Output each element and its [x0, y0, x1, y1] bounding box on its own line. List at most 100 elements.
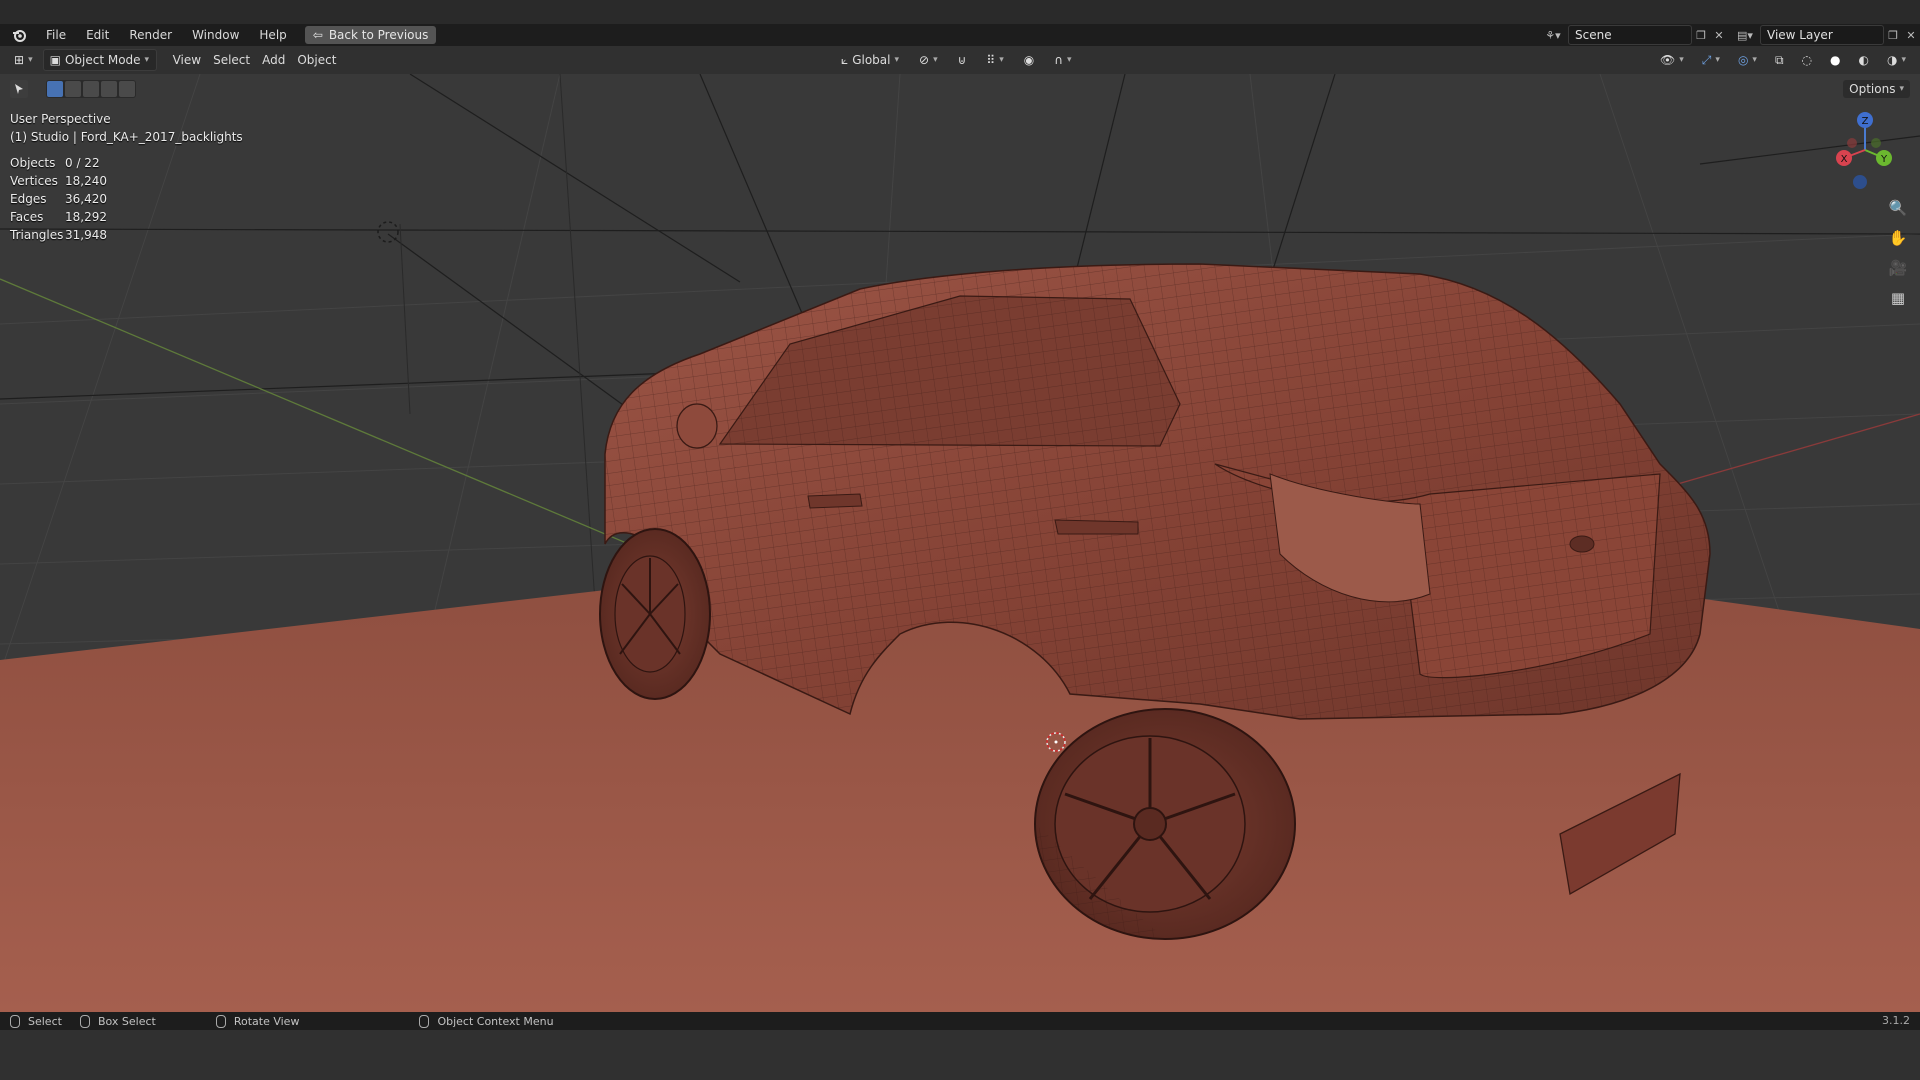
pivot-icon: ⊘ — [919, 53, 930, 67]
select-extend-icon[interactable] — [65, 81, 81, 97]
select-invert-icon[interactable] — [101, 81, 117, 97]
view-layer-field[interactable]: View Layer — [1760, 25, 1884, 45]
select-tool-icon[interactable] — [10, 80, 28, 98]
overlays-icon: ◎ — [1737, 53, 1749, 67]
menu-edit[interactable]: Edit — [76, 24, 119, 46]
stat-row: Edges 36,420 — [10, 190, 107, 208]
view-layer-selector-icon[interactable]: ▤▾ — [1736, 26, 1754, 44]
menu-view[interactable]: View — [167, 50, 207, 70]
snap-grid-icon: ⠿ — [986, 53, 996, 67]
object-mode-label: Object Mode — [64, 53, 141, 67]
new-view-layer-icon[interactable]: ❐ — [1884, 26, 1902, 44]
tool-row — [10, 80, 136, 98]
rendered-shading-icon: ◑ — [1886, 53, 1898, 67]
chevron-down-icon: ▾ — [933, 55, 938, 65]
menu-render[interactable]: Render — [119, 24, 182, 46]
blender-logo-icon[interactable] — [10, 26, 28, 44]
eye-icon: 👁 — [1660, 53, 1676, 67]
scene-selector-icon[interactable]: ⚘▾ — [1544, 26, 1562, 44]
stat-label: Triangles — [10, 228, 64, 242]
chevron-down-icon: ▾ — [1679, 55, 1684, 65]
xray-toggle[interactable]: ⧉ — [1769, 50, 1790, 70]
camera-icon[interactable]: 🎥 — [1886, 256, 1910, 280]
zoom-icon[interactable]: 🔍 — [1886, 196, 1910, 220]
menu-select[interactable]: Select — [207, 50, 256, 70]
gizmo-x-label: X — [1841, 154, 1848, 165]
back-to-previous-button[interactable]: ⇦ Back to Previous — [304, 26, 437, 44]
viewport-info: User Perspective (1) Studio | Ford_KA+_2… — [10, 110, 243, 146]
bottom-area — [0, 1030, 1920, 1080]
gizmo-icon: ⤢ — [1701, 52, 1712, 67]
editor-type-button[interactable]: ⊞ ▾ — [8, 50, 39, 70]
status-box-select-label: Box Select — [97, 1014, 156, 1028]
material-shading-icon: ◐ — [1858, 53, 1869, 67]
menu-file[interactable]: File — [36, 24, 76, 46]
remove-scene-icon[interactable]: ✕ — [1710, 26, 1728, 44]
pan-hand-icon[interactable]: ✋ — [1886, 226, 1910, 250]
status-context-label: Object Context Menu — [437, 1014, 554, 1028]
gizmo-toggle[interactable]: ⤢ ▾ — [1696, 50, 1726, 70]
stat-label: Objects — [10, 156, 56, 170]
proportional-edit-toggle[interactable]: ◉ — [1018, 50, 1040, 70]
stat-label: Faces — [10, 210, 44, 224]
navigation-tools: 🔍 ✋ 🎥 ▦ — [1886, 196, 1910, 310]
navigation-gizmo[interactable]: Z Y X — [1830, 110, 1900, 190]
shading-material[interactable]: ◐ — [1853, 50, 1875, 70]
menu-window[interactable]: Window — [182, 24, 249, 46]
menu-help[interactable]: Help — [249, 24, 296, 46]
stat-value: 18,240 — [65, 174, 107, 188]
object-mode-dropdown[interactable]: ▣ Object Mode ▾ — [42, 49, 157, 71]
menu-add[interactable]: Add — [256, 50, 291, 70]
gizmo-z-label: Z — [1862, 116, 1869, 127]
status-bar: Select Box Select Rotate View Object Con… — [0, 1012, 1920, 1030]
scene-statistics: Objects 0 / 22 Vertices 18,240 Edges 36,420… — [10, 154, 107, 244]
chevron-down-icon: ▾ — [1067, 55, 1072, 65]
selection-mode-group — [46, 80, 136, 98]
visibility-button[interactable]: 👁 ▾ — [1654, 50, 1690, 70]
options-dropdown[interactable]: Options ▾ — [1843, 80, 1910, 98]
stat-value: 31,948 — [65, 228, 107, 242]
snap-toggle[interactable]: ⊍ — [952, 50, 973, 70]
wireframe-shading-icon: ◌ — [1801, 53, 1813, 67]
solid-shading-icon: ● — [1830, 53, 1841, 67]
status-context-menu: Object Context Menu — [419, 1014, 554, 1028]
snap-target-button[interactable]: ⠿ ▾ — [980, 50, 1009, 70]
orientation-icon: ⟀ — [841, 52, 849, 67]
falloff-button[interactable]: ∩ ▾ — [1048, 50, 1077, 70]
object-mode-icon: ▣ — [49, 53, 61, 67]
menu-object[interactable]: Object — [291, 50, 342, 70]
xray-icon: ⧉ — [1774, 52, 1784, 67]
chevron-down-icon: ▾ — [28, 55, 33, 65]
pivot-point-button[interactable]: ⊘ ▾ — [913, 50, 944, 70]
ortho-grid-icon[interactable]: ▦ — [1886, 286, 1910, 310]
orientation-label: Global — [852, 53, 891, 67]
viewport-header: ⊞ ▾ ▣ Object Mode ▾ View Select Add Objec… — [0, 46, 1920, 74]
proportional-icon: ◉ — [1023, 53, 1035, 67]
select-subtract-icon[interactable] — [83, 81, 99, 97]
remove-view-layer-icon[interactable]: ✕ — [1902, 26, 1920, 44]
overlays-toggle[interactable]: ◎ ▾ — [1732, 50, 1763, 70]
new-scene-icon[interactable]: ❐ — [1692, 26, 1710, 44]
chevron-down-icon: ▾ — [1899, 84, 1904, 94]
shading-wireframe[interactable]: ◌ — [1796, 50, 1818, 70]
gizmo-y-label: Y — [1880, 154, 1888, 165]
top-menubar: File Edit Render Window Help ⇦ Back to P… — [0, 24, 1920, 46]
stat-label: Edges — [10, 192, 47, 206]
status-box-select: Box Select — [79, 1014, 156, 1028]
3d-viewport[interactable] — [0, 74, 1920, 1012]
mouse-left-icon — [10, 1014, 20, 1028]
back-icon: ⇦ — [312, 28, 323, 42]
status-rotate-view: Rotate View — [215, 1014, 300, 1028]
view-name: User Perspective — [10, 112, 111, 126]
select-intersect-icon[interactable] — [119, 81, 135, 97]
shading-rendered[interactable]: ◑ ▾ — [1881, 50, 1912, 70]
select-new-icon[interactable] — [47, 81, 63, 97]
shading-solid[interactable]: ● — [1824, 50, 1846, 70]
stat-row: Objects 0 / 22 — [10, 154, 107, 172]
viewport-scene — [0, 74, 1920, 1012]
transform-orientation-dropdown[interactable]: ⟀ Global ▾ — [835, 50, 905, 70]
stat-row: Faces 18,292 — [10, 208, 107, 226]
options-label: Options — [1849, 82, 1896, 96]
scene-name-field[interactable]: Scene — [1568, 25, 1692, 45]
status-rotate-label: Rotate View — [233, 1014, 300, 1028]
